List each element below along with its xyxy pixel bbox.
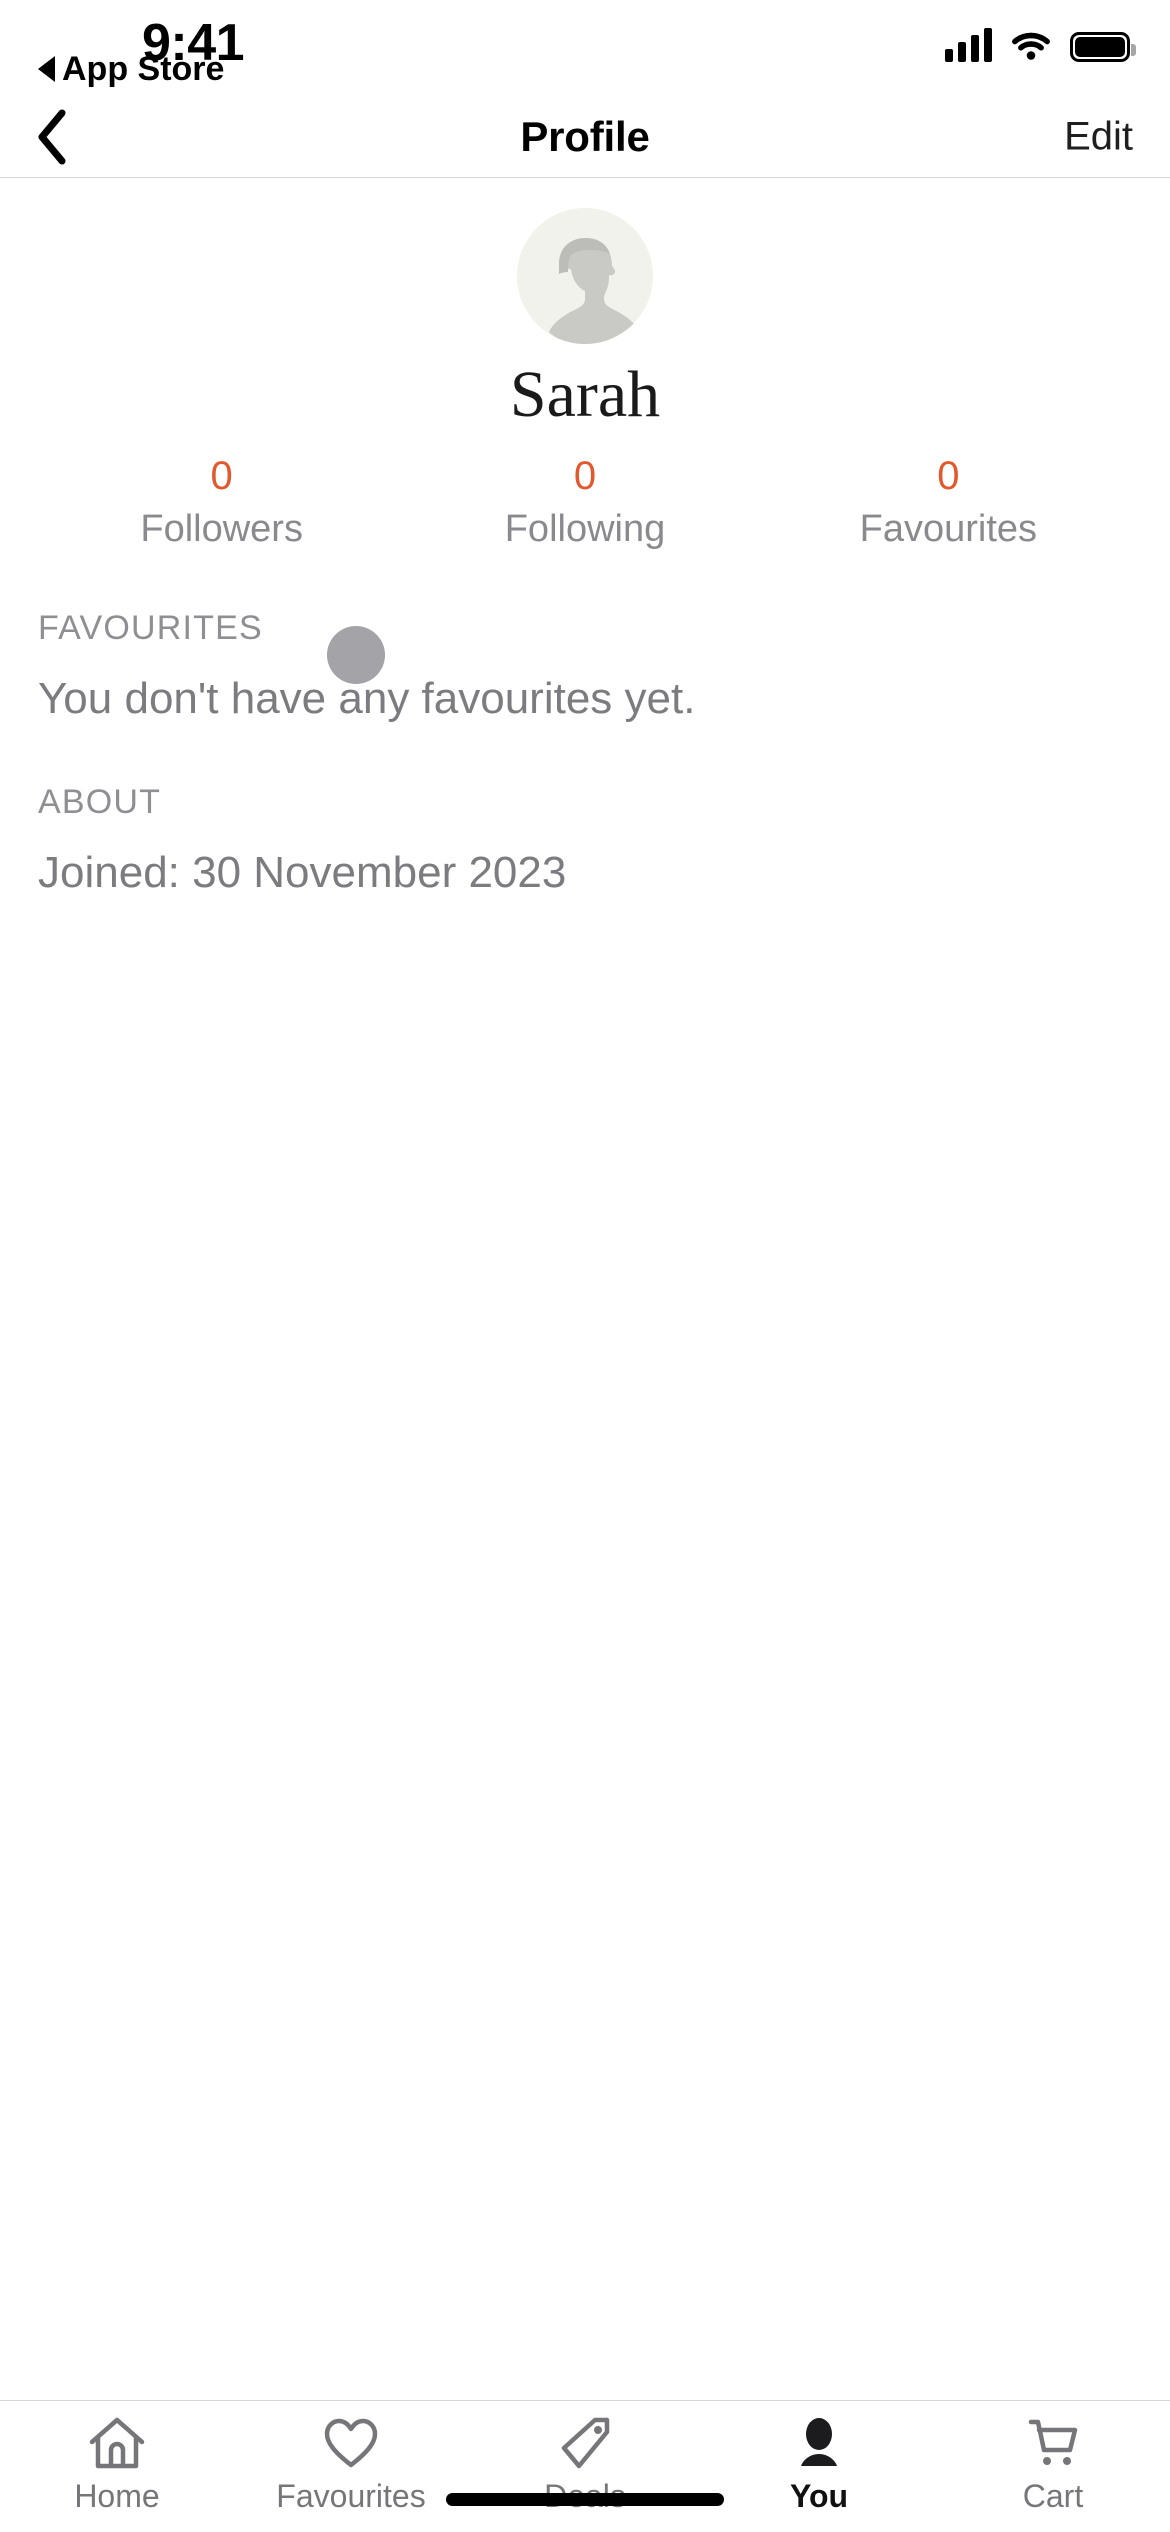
section-about-body: Joined: 30 November 2023 (38, 848, 567, 897)
home-icon (88, 2415, 146, 2471)
status-bar-indicators (945, 28, 1136, 62)
tab-favourites[interactable]: Favourites (234, 2415, 468, 2515)
triangle-left-icon (38, 56, 55, 82)
cellular-signal-icon (945, 28, 992, 62)
page-title: Profile (520, 112, 650, 160)
section-favourites-header: FAVOURITES (38, 609, 263, 647)
profile-name: Sarah (509, 358, 661, 431)
home-indicator[interactable] (446, 2493, 724, 2506)
cart-icon (1025, 2415, 1081, 2471)
section-favourites-body: You don't have any favourites yet. (38, 674, 696, 723)
stat-following[interactable]: 0 Following (403, 452, 766, 554)
profile-header: Sarah (0, 178, 1170, 684)
stat-followers[interactable]: 0 Followers (40, 452, 403, 554)
chevron-left-icon (38, 109, 66, 164)
section-about-header: ABOUT (38, 783, 162, 821)
tab-you[interactable]: You (702, 2415, 936, 2515)
section-favourites: FAVOURITES You don't have any favourites… (0, 606, 1170, 728)
tab-home[interactable]: Home (0, 2415, 234, 2515)
wifi-icon (1010, 28, 1052, 62)
stat-favourites-label: Favourites (859, 508, 1038, 550)
tab-bar: Home Favourites Deals (0, 2400, 1170, 2532)
status-dot (327, 626, 385, 684)
back-to-app-store-button[interactable]: App Store (38, 50, 224, 88)
tab-home-label: Home (74, 2478, 160, 2514)
stat-followers-label: Followers (140, 508, 303, 550)
stat-following-label: Following (504, 508, 666, 550)
stat-favourites-value: 0 (937, 454, 960, 498)
profile-content: Sarah 0 Followers 0 Following 0 Favourit… (0, 178, 1170, 2400)
edit-button[interactable]: Edit (1064, 114, 1133, 159)
stat-followers-value: 0 (210, 454, 233, 498)
phone-screen: 9:41 App Store Profile Edit Sarah 0 Foll… (0, 0, 1170, 2532)
stat-favourites[interactable]: 0 Favourites (767, 452, 1130, 554)
stat-following-value: 0 (573, 454, 597, 498)
back-to-app-store-label: App Store (62, 50, 225, 88)
avatar[interactable] (517, 208, 653, 344)
person-placeholder-avatar (517, 208, 653, 344)
tab-cart[interactable]: Cart (936, 2415, 1170, 2515)
tab-favourites-label: Favourites (276, 2478, 426, 2514)
tag-icon (559, 2415, 611, 2471)
battery-full-icon (1070, 32, 1136, 62)
section-about: ABOUT Joined: 30 November 2023 (0, 780, 1170, 902)
back-button[interactable] (18, 104, 84, 170)
tab-you-label: You (789, 2478, 849, 2514)
profile-stats: 0 Followers 0 Following 0 Favourites (0, 452, 1170, 554)
status-bar: 9:41 App Store (0, 0, 1170, 96)
tab-cart-label: Cart (1022, 2478, 1084, 2514)
navigation-bar: Profile Edit (0, 96, 1170, 178)
heart-icon (323, 2415, 379, 2471)
person-icon (793, 2415, 845, 2471)
